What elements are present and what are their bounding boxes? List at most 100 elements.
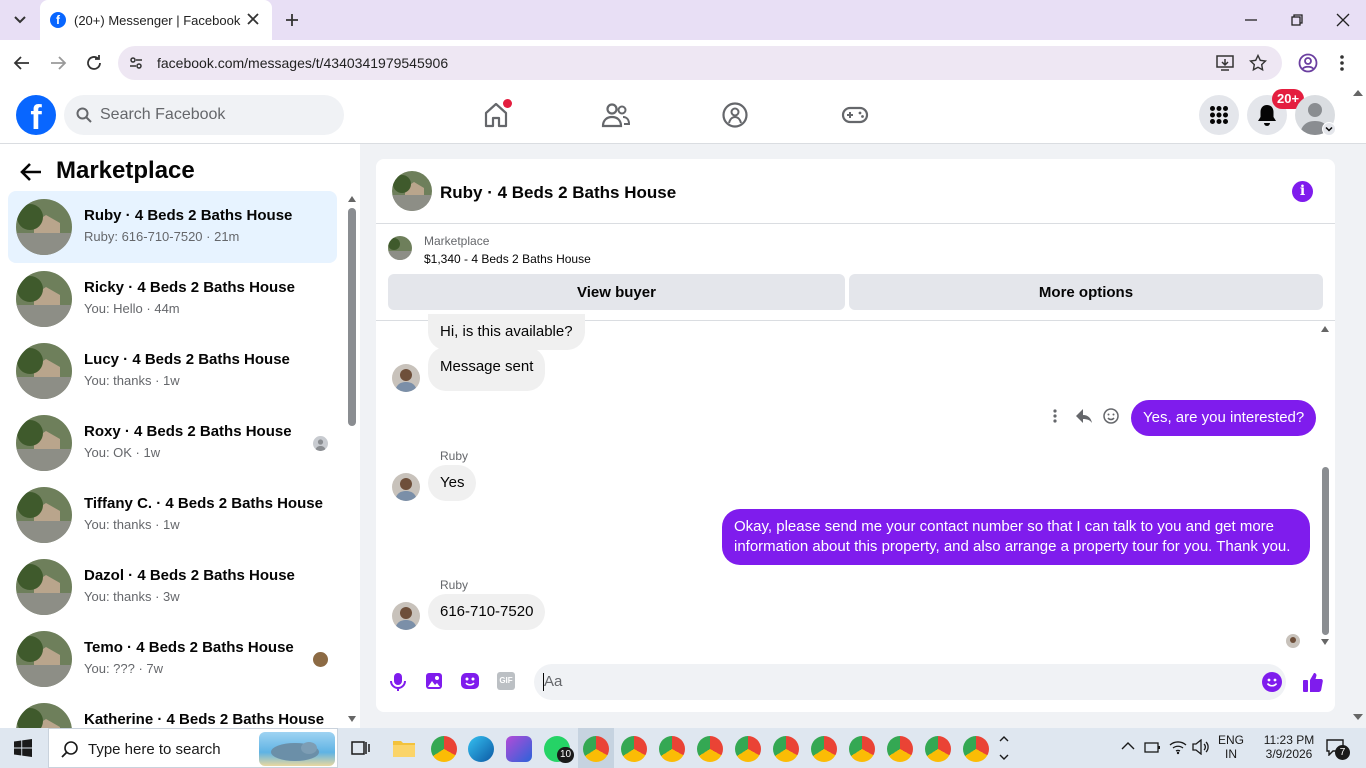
chrome-profile-icon[interactable] <box>659 736 685 762</box>
profile-icon[interactable] <box>1298 53 1318 73</box>
reload-icon[interactable] <box>85 54 103 72</box>
taskbar-search-box[interactable]: Type here to search <box>48 728 338 768</box>
close-window-icon[interactable] <box>1335 12 1351 28</box>
tab-search-dropdown-icon[interactable] <box>8 8 32 32</box>
ruby-avatar <box>392 364 420 392</box>
facebook-favicon-icon: f <box>50 12 66 28</box>
chat-title[interactable]: Ruby · 4 Beds 2 Baths House <box>440 183 676 203</box>
message-bubble-incoming[interactable]: Hi, is this available? <box>428 314 585 350</box>
read-receipt-avatar <box>1286 634 1300 648</box>
close-tab-icon[interactable] <box>246 12 260 26</box>
address-bar[interactable]: facebook.com/messages/t/4340341979545906 <box>118 46 1282 80</box>
search-placeholder: Search Facebook <box>100 106 226 123</box>
menu-grid-button[interactable] <box>1199 95 1239 135</box>
info-icon[interactable]: i <box>1292 181 1313 202</box>
conversation-item[interactable]: Tiffany C. · 4 Beds 2 Baths House You: t… <box>8 479 337 551</box>
message-bubble-outgoing[interactable]: Okay, please send me your contact number… <box>722 509 1310 565</box>
chrome-profile-icon[interactable] <box>963 736 989 762</box>
browser-menu-icon[interactable] <box>1338 53 1346 73</box>
back-icon[interactable] <box>13 54 31 72</box>
photo-attach-icon[interactable] <box>425 672 443 690</box>
more-options-button[interactable]: More options <box>849 274 1323 310</box>
forward-icon[interactable] <box>49 54 67 72</box>
scroll-down-arrow-icon[interactable] <box>348 716 356 722</box>
conversation-item[interactable]: Katherine · 4 Beds 2 Baths House <box>8 695 337 728</box>
bookmark-star-icon[interactable] <box>1249 54 1267 72</box>
account-chevron-down-icon[interactable] <box>1322 122 1336 136</box>
task-view-icon[interactable] <box>350 738 370 758</box>
chrome-profile-icon[interactable] <box>697 736 723 762</box>
chrome-profile-icon[interactable] <box>621 736 647 762</box>
groups-nav-icon[interactable] <box>721 101 749 129</box>
chrome-profile-icon[interactable] <box>583 736 609 762</box>
conversation-item[interactable]: Lucy · 4 Beds 2 Baths House You: thanks … <box>8 335 337 407</box>
chrome-profile-icon[interactable] <box>849 736 875 762</box>
gaming-nav-icon[interactable] <box>840 101 870 129</box>
conversation-item[interactable]: Ricky · 4 Beds 2 Baths House You: Hello … <box>8 263 337 335</box>
home-nav-icon[interactable] <box>482 99 512 129</box>
seen-by-avatar <box>313 652 328 667</box>
language-indicator[interactable]: ENG IN <box>1218 733 1244 761</box>
facebook-logo-icon[interactable]: f <box>16 95 56 135</box>
back-arrow-icon[interactable] <box>20 162 42 182</box>
visual-studio-icon[interactable] <box>506 736 532 762</box>
url-text[interactable]: facebook.com/messages/t/4340341979545906 <box>157 55 448 71</box>
chrome-profile-icon[interactable] <box>811 736 837 762</box>
microphone-icon[interactable] <box>390 672 406 692</box>
conversation-name: Katherine · 4 Beds 2 Baths House <box>84 711 325 728</box>
new-tab-icon[interactable] <box>284 12 300 28</box>
message-bubble-incoming[interactable]: Yes <box>428 465 477 501</box>
react-smiley-icon[interactable] <box>1103 408 1119 424</box>
conversation-item[interactable]: Ruby · 4 Beds 2 Baths House Ruby: 616-71… <box>8 191 337 263</box>
sidebar-scrollbar-thumb[interactable] <box>348 208 356 426</box>
message-more-icon[interactable] <box>1050 408 1060 424</box>
reply-icon[interactable] <box>1075 408 1093 424</box>
gif-icon[interactable]: GIF <box>497 672 515 690</box>
conversation-item[interactable]: Temo · 4 Beds 2 Baths House You: ??? · 7… <box>8 623 337 695</box>
volume-icon[interactable] <box>1192 739 1210 755</box>
system-clock[interactable]: 11:23 PM 3/9/2026 <box>1257 733 1321 761</box>
active-browser-tab[interactable]: f (20+) Messenger | Facebook <box>40 0 272 40</box>
conversation-name: Ruby · 4 Beds 2 Baths House <box>84 207 293 224</box>
chat-scroll-down-icon[interactable] <box>1321 639 1329 645</box>
thumbs-up-icon[interactable] <box>1302 671 1324 693</box>
file-explorer-icon[interactable] <box>392 738 416 758</box>
page-scroll-down-icon[interactable] <box>1353 714 1363 720</box>
site-info-icon[interactable] <box>128 55 144 71</box>
chrome-profile-icon[interactable] <box>735 736 761 762</box>
listing-title[interactable]: $1,340 - 4 Beds 2 Baths House <box>424 252 591 266</box>
wifi-icon[interactable] <box>1169 739 1187 755</box>
install-app-icon[interactable] <box>1216 54 1234 72</box>
friends-nav-icon[interactable] <box>601 101 631 129</box>
conversation-item[interactable]: Dazol · 4 Beds 2 Baths House You: thanks… <box>8 551 337 623</box>
facebook-search-input[interactable]: Search Facebook <box>64 95 344 135</box>
chrome-profile-icon[interactable] <box>925 736 951 762</box>
restore-window-icon[interactable] <box>1289 12 1305 28</box>
header-divider <box>376 223 1335 224</box>
edge-app-icon[interactable] <box>468 736 494 762</box>
chrome-profile-icon[interactable] <box>887 736 913 762</box>
scroll-up-arrow-icon[interactable] <box>348 196 356 202</box>
house-listing-avatar <box>16 703 72 728</box>
battery-icon[interactable] <box>1144 739 1162 755</box>
minimize-window-icon[interactable] <box>1243 12 1259 28</box>
sticker-icon[interactable] <box>460 672 480 690</box>
show-hidden-icons-chevron-icon[interactable] <box>1121 741 1135 751</box>
chat-scrollbar-thumb[interactable] <box>1322 467 1329 635</box>
message-bubble-incoming[interactable]: 616-710-7520 <box>428 594 546 630</box>
taskbar-overflow-arrows-icon[interactable] <box>998 733 1010 763</box>
windows-start-icon[interactable] <box>14 739 32 757</box>
view-buyer-button[interactable]: View buyer <box>388 274 845 310</box>
page-scroll-up-icon[interactable] <box>1353 90 1363 96</box>
chrome-app-icon[interactable] <box>431 736 457 762</box>
message-bubble-outgoing[interactable]: Yes, are you interested? <box>1131 400 1317 436</box>
chat-avatar[interactable] <box>392 171 432 211</box>
composer-placeholder: Aa <box>544 673 563 690</box>
emoji-icon[interactable] <box>1262 672 1282 692</box>
whatsapp-badge: 10 <box>557 747 575 763</box>
message-bubble-incoming[interactable]: Message sent <box>428 347 546 391</box>
chrome-profile-icon[interactable] <box>773 736 799 762</box>
conversation-item[interactable]: Roxy · 4 Beds 2 Baths House You: OK · 1w <box>8 407 337 479</box>
message-input[interactable]: Aa <box>534 664 1286 700</box>
chat-scroll-up-icon[interactable] <box>1321 326 1329 332</box>
